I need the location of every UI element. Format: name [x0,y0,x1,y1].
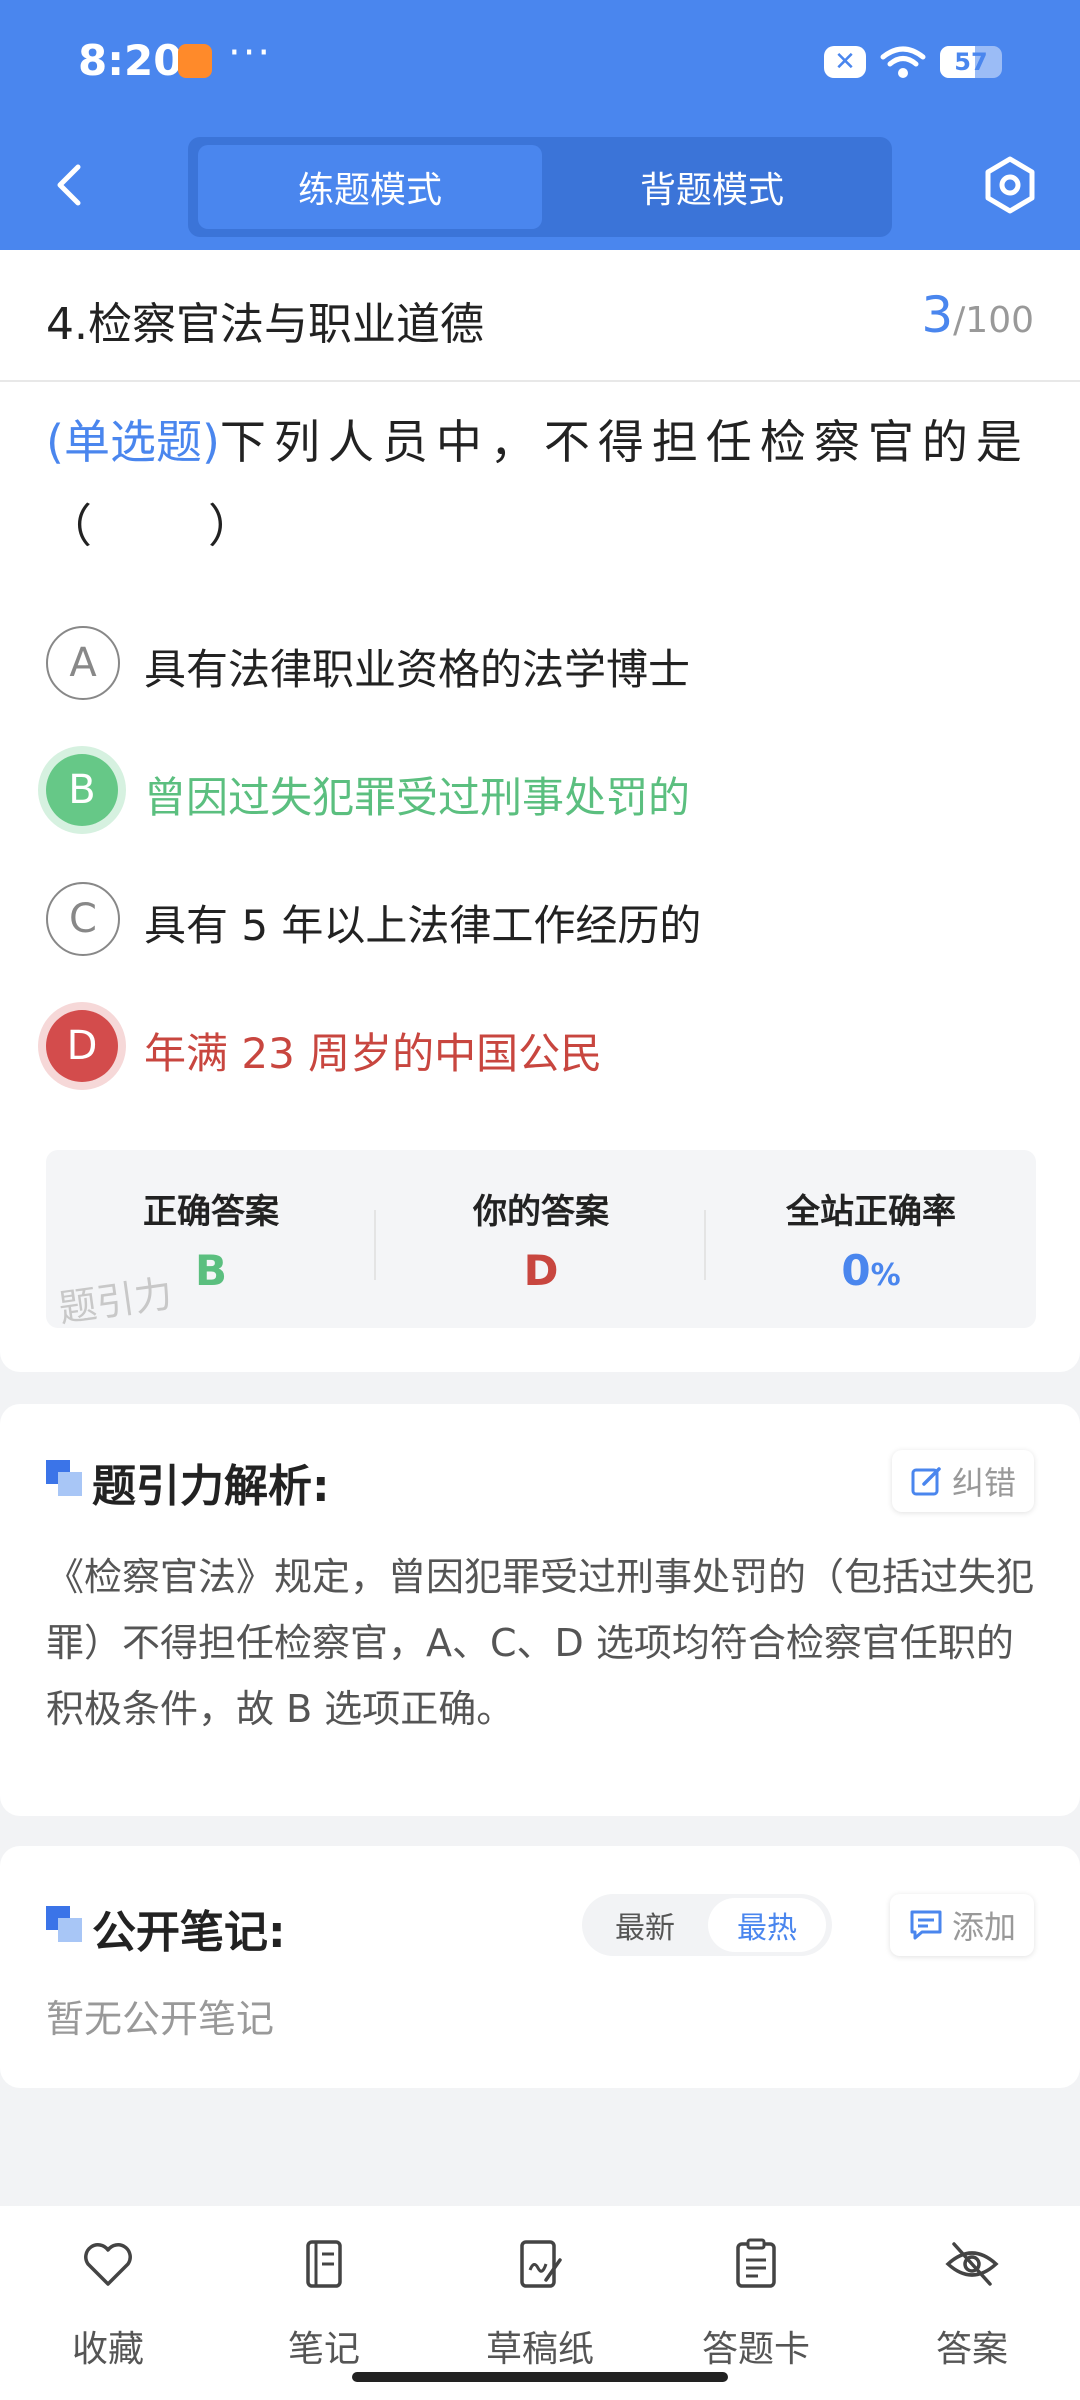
mode-switch: 练题模式 背题模式 [188,137,892,237]
answer-card-label: 答题卡 [701,2329,810,2370]
option-letter: A [46,626,120,700]
site-accuracy-value: 0% [706,1246,1036,1295]
battery-icon: 57 [940,46,1002,78]
header: 8:20 ··· ✕ 57 练题模式 背题模式 [0,0,1080,250]
draft-paper-label: 草稿纸 [485,2329,594,2370]
nav-bar: 练题模式 背题模式 [0,125,1080,250]
app-notification-icon [178,44,212,78]
option-text: 曾因过失犯罪受过刑事处罚的 [144,773,691,822]
answer-card-button[interactable]: 答题卡 [648,2228,864,2370]
sort-hot[interactable]: 最热 [708,1898,826,1952]
section-square-icon [46,1460,84,1498]
draft-paper-button[interactable]: 草稿纸 [432,2228,648,2370]
option-a[interactable]: A 具有法律职业资格的法学博士 [46,626,1036,700]
status-icons: ✕ 57 [824,42,1002,82]
option-letter: B [46,754,118,826]
home-indicator[interactable] [352,2372,728,2382]
notes-heading: 公开笔记: [92,1907,286,1958]
favorite-button[interactable]: 收藏 [0,2228,216,2370]
question-type: (单选题) [46,415,220,469]
site-accuracy-number: 0 [841,1246,871,1295]
answer-summary: 正确答案 B 你的答案 D 全站正确率 0% 题引力 [46,1150,1036,1331]
report-error-button[interactable]: 纠错 [891,1450,1034,1512]
total-questions: /100 [953,300,1034,341]
draft-paper-icon [520,2240,562,2288]
settings-button[interactable] [978,153,1042,217]
more-notifications-icon: ··· [228,30,273,76]
your-answer-label: 你的答案 [473,1192,609,1232]
heart-icon [84,2243,132,2286]
your-answer: 你的答案 D [376,1150,706,1328]
site-accuracy-unit: % [870,1258,901,1293]
option-letter: C [46,882,120,956]
back-button[interactable] [40,155,100,215]
option-b[interactable]: B 曾因过失犯罪受过刑事处罚的 [46,754,1036,828]
question-card: 4.检察官法与职业道德 3/100 (单选题)下列人员中，不得担任检察官的是（ … [0,250,1080,1372]
answer-toggle-label: 答案 [935,2329,1008,2370]
correct-answer-label: 正确答案 [143,1192,279,1232]
notes-label: 笔记 [287,2329,360,2370]
option-text: 具有 5 年以上法律工作经历的 [144,901,702,950]
notes-button[interactable]: 笔记 [216,2228,432,2370]
battery-level: 57 [954,48,988,76]
add-note-button[interactable]: 添加 [889,1894,1034,1956]
section-header: 4.检察官法与职业道德 3/100 [0,250,1080,382]
notes-sort-switch: 最新 最热 [582,1894,832,1956]
sort-latest[interactable]: 最新 [586,1898,704,1952]
analysis-card: 题引力解析: 纠错 《检察官法》规定，曾因犯罪受过刑事处罚的（包括过失犯罪）不得… [0,1404,1080,1816]
your-answer-value: D [523,1246,559,1295]
question-counter: 3/100 [921,286,1034,344]
section-square-icon [46,1906,84,1944]
comment-icon [910,1910,942,1940]
site-accuracy-label: 全站正确率 [786,1192,956,1232]
eye-off-icon [945,2242,999,2286]
edit-icon [911,1467,941,1496]
bottom-toolbar: 收藏 笔记 草稿纸 答题卡 答案 [0,2206,1080,2400]
option-text: 具有法律职业资格的法学博士 [144,645,691,694]
favorite-label: 收藏 [71,2329,144,2370]
tab-practice-mode[interactable]: 练题模式 [198,145,542,229]
analysis-heading: 题引力解析: [92,1461,330,1512]
option-c[interactable]: C 具有 5 年以上法律工作经历的 [46,882,1036,956]
current-question-number: 3 [921,286,954,344]
notebook-icon [306,2240,342,2288]
status-bar: 8:20 ··· ✕ 57 [0,0,1080,125]
option-letter: D [46,1010,118,1082]
empty-notes-text: 暂无公开笔记 [46,1997,275,2041]
option-d[interactable]: D 年满 23 周岁的中国公民 [46,1010,1036,1084]
section-title: 4.检察官法与职业道德 [46,299,484,350]
status-time: 8:20 [78,36,183,85]
sim-disabled-icon: ✕ [824,46,866,78]
answer-card-icon [736,2238,776,2288]
tab-memorize-mode[interactable]: 背题模式 [540,145,884,229]
analysis-text: 《检察官法》规定，曾因犯罪受过刑事处罚的（包括过失犯罪）不得担任检察官，A、C、… [46,1555,1035,1731]
report-error-label: 纠错 [951,1464,1016,1502]
answer-toggle-button[interactable]: 答案 [864,2228,1080,2370]
notes-card: 公开笔记: 最新 最热 添加 暂无公开笔记 [0,1846,1080,2088]
add-note-label: 添加 [951,1908,1016,1946]
question-text: (单选题)下列人员中，不得担任检察官的是（ ） [46,400,1036,568]
wifi-icon [880,46,926,78]
option-text: 年满 23 周岁的中国公民 [144,1029,603,1078]
site-accuracy: 全站正确率 0% [706,1150,1036,1328]
